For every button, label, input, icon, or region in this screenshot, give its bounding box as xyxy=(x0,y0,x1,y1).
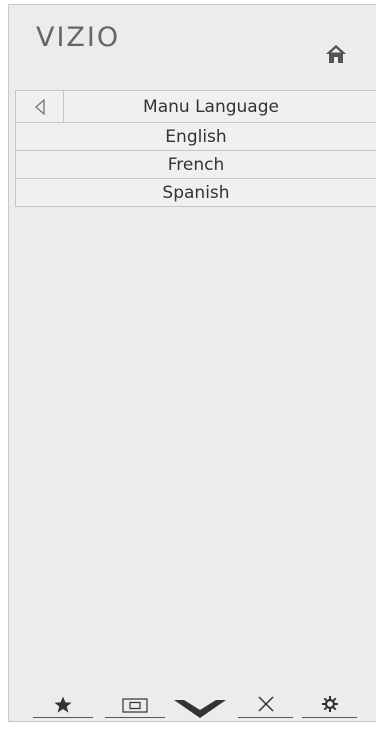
vizio-v-icon xyxy=(174,700,226,718)
menu-option-english[interactable]: English xyxy=(15,122,376,151)
menu-option-label: French xyxy=(167,154,225,175)
back-button[interactable] xyxy=(16,91,64,122)
vizio-logo: VIZIO xyxy=(36,22,121,53)
menu-title: Manu Language xyxy=(143,96,279,117)
gear-icon xyxy=(321,696,338,712)
menu-option-spanish[interactable]: Spanish xyxy=(15,178,376,207)
input-button[interactable] xyxy=(105,692,165,732)
home-icon xyxy=(326,45,346,63)
menu-option-label: Spanish xyxy=(162,182,230,203)
exit-button[interactable] xyxy=(238,692,293,732)
menu-language-list: Manu Language English French Spanish xyxy=(15,90,376,207)
nav-underline xyxy=(105,717,165,718)
menu-option-french[interactable]: French xyxy=(15,150,376,179)
home-button[interactable] xyxy=(324,43,348,65)
settings-button[interactable] xyxy=(302,692,357,732)
menu-header: Manu Language xyxy=(15,90,376,123)
menu-option-label: English xyxy=(165,126,227,147)
nav-underline xyxy=(302,717,357,718)
back-triangle-icon xyxy=(34,98,45,115)
nav-underline xyxy=(33,717,93,718)
nav-underline xyxy=(238,717,293,718)
bottom-nav xyxy=(0,692,376,732)
close-icon xyxy=(257,696,274,712)
vizio-button[interactable] xyxy=(170,692,230,732)
input-icon xyxy=(122,698,148,713)
favorites-button[interactable] xyxy=(33,692,93,732)
star-icon xyxy=(54,696,72,713)
